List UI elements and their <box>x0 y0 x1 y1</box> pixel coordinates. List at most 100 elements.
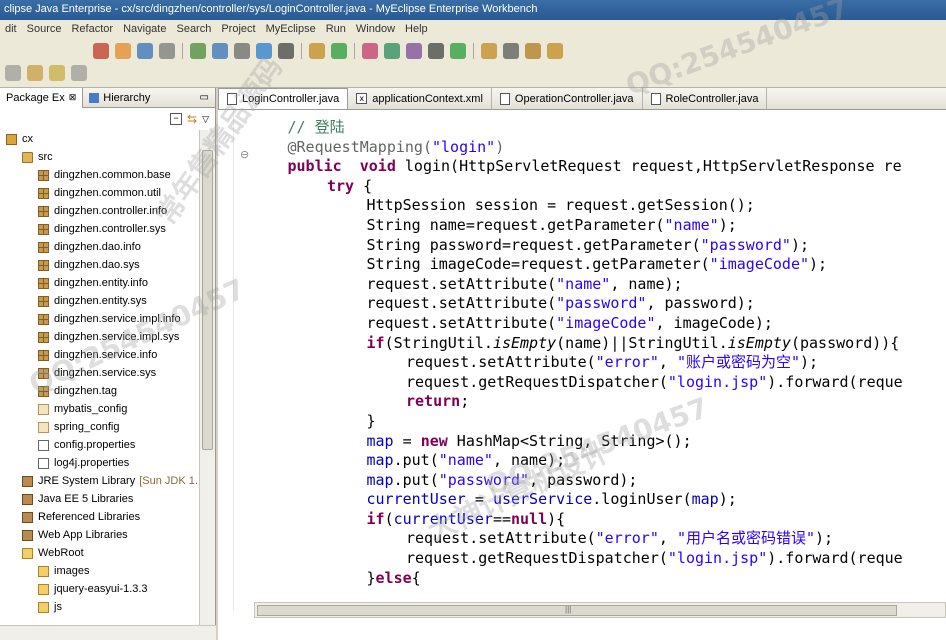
java-file-icon <box>499 92 510 105</box>
menu-item[interactable]: Source <box>22 23 67 35</box>
toolbar-button-icon[interactable] <box>525 43 541 59</box>
minimize-icon[interactable]: ▭ <box>200 92 209 103</box>
editor-tab[interactable]: RoleController.java <box>643 88 768 109</box>
tab-package-explorer[interactable]: Package Ex ⊠ <box>0 87 84 108</box>
menu-item[interactable]: Search <box>171 23 216 35</box>
tree-item[interactable]: jquery-easyui-1.3.3 <box>0 580 200 598</box>
tree-item[interactable]: dingzhen.controller.info <box>0 202 200 220</box>
navigation-arrow-icon[interactable] <box>49 65 65 81</box>
tree-item-label: src <box>38 151 53 163</box>
tree-item[interactable]: dingzhen.dao.sys <box>0 256 200 274</box>
code-token: ( <box>384 509 394 528</box>
code-token: String password=request.getParameter( <box>366 235 701 254</box>
code-token: "error" <box>595 529 659 548</box>
editor-tab[interactable]: OperationController.java <box>492 88 643 109</box>
tree-item[interactable]: mybatis_config <box>0 400 200 418</box>
toolbar-button-icon[interactable] <box>115 43 131 59</box>
toolbar-button-icon[interactable] <box>384 43 400 59</box>
editor-tab[interactable]: x applicationContext.xml <box>348 88 492 109</box>
tree-item[interactable]: js <box>0 598 200 616</box>
tree-item[interactable]: dingzhen.dao.info <box>0 238 200 256</box>
toolbar-button-icon[interactable] <box>93 43 109 59</box>
tab-hierarchy[interactable]: Hierarchy <box>83 88 156 108</box>
xml-file-icon: x <box>356 93 368 104</box>
java-file-icon <box>650 92 661 105</box>
tree-item[interactable]: dingzhen.service.info <box>0 346 200 364</box>
code-token: (name)||StringUtil. <box>556 333 728 352</box>
tree-scrollbar[interactable] <box>199 130 215 625</box>
tree-item-label: Web App Libraries <box>38 529 128 541</box>
tree-item[interactable]: dingzhen.service.sys <box>0 364 200 382</box>
tree-item[interactable]: JRE System Library [Sun JDK 1. <box>0 472 200 490</box>
view-menu-icon[interactable]: ▽ <box>202 114 209 125</box>
toolbar-button-icon[interactable] <box>428 43 444 59</box>
navigation-arrow-icon[interactable] <box>27 65 43 81</box>
menu-item[interactable]: Navigate <box>118 23 171 35</box>
code-token: , name); <box>492 451 566 470</box>
menu-item[interactable]: MyEclipse <box>261 23 321 35</box>
toolbar-button-icon[interactable] <box>212 43 228 59</box>
toolbar-button-icon[interactable] <box>406 43 422 59</box>
folder-icon <box>38 565 49 577</box>
tree-item[interactable]: WebRoot <box>0 544 200 562</box>
tree-item[interactable]: dingzhen.common.base <box>0 166 200 184</box>
code-token: } <box>366 411 376 430</box>
menu-item[interactable]: Window <box>351 23 400 35</box>
code-token: "name" <box>438 451 493 470</box>
toolbar-button-icon[interactable] <box>256 43 272 59</box>
tree-item[interactable]: dingzhen.tag <box>0 382 200 400</box>
tree-item[interactable]: cx <box>0 130 200 148</box>
link-with-editor-icon[interactable]: ⇆ <box>187 112 197 126</box>
code-line: request.setAttribute("name", name); <box>218 275 946 295</box>
toolbar-button-icon[interactable] <box>137 43 153 59</box>
toolbar-button-icon[interactable] <box>547 43 563 59</box>
toolbar-button-icon[interactable] <box>159 43 175 59</box>
navigation-arrow-icon[interactable] <box>5 65 21 81</box>
toolbar-button-icon[interactable] <box>234 43 250 59</box>
menu-item[interactable]: dit <box>0 23 22 35</box>
close-icon[interactable]: ⊠ <box>69 92 77 103</box>
code-token: if <box>366 333 385 352</box>
menu-item[interactable]: Project <box>216 23 260 35</box>
tree-item[interactable]: log4j.properties <box>0 454 200 472</box>
tree-item[interactable]: Java EE 5 Libraries <box>0 490 200 508</box>
tree-item[interactable]: images <box>0 562 200 580</box>
toolbar-button-icon[interactable] <box>503 43 519 59</box>
menu-item[interactable]: Refactor <box>66 23 118 35</box>
tree-item[interactable]: dingzhen.service.impl.info <box>0 310 200 328</box>
navigation-arrow-icon[interactable] <box>71 65 87 81</box>
package-icon <box>38 169 49 181</box>
tree-item[interactable]: dingzhen.common.util <box>0 184 200 202</box>
toolbar-button-icon[interactable] <box>362 43 378 59</box>
editor-tab[interactable]: LoginController.java <box>218 88 349 109</box>
tree-item[interactable]: dingzhen.controller.sys <box>0 220 200 238</box>
menu-item[interactable]: Help <box>400 23 433 35</box>
toolbar-button-icon[interactable] <box>331 43 347 59</box>
toolbar-button-icon[interactable] <box>278 43 294 59</box>
toolbar-button-icon[interactable] <box>190 43 206 59</box>
toolbar-button-icon[interactable] <box>481 43 497 59</box>
code-text[interactable]: // 登陆 @RequestMapping("login") public void… <box>218 118 946 598</box>
tree-item[interactable]: dingzhen.entity.sys <box>0 292 200 310</box>
code-token: try <box>327 176 355 195</box>
toolbar-button-icon[interactable] <box>309 43 325 59</box>
toolbar-button-icon[interactable] <box>450 43 466 59</box>
code-token: , password); <box>529 470 638 489</box>
tree-item[interactable]: Referenced Libraries <box>0 508 200 526</box>
menu-item[interactable]: Run <box>321 23 351 35</box>
tree-item[interactable]: Web App Libraries <box>0 526 200 544</box>
editor-horizontal-scrollbar[interactable]: ||| <box>254 602 946 618</box>
tree-horizontal-scrollbar[interactable] <box>0 625 216 640</box>
code-token: , name); <box>610 274 683 293</box>
collapse-all-icon[interactable]: − <box>170 113 183 125</box>
tree-item[interactable]: src <box>0 148 200 166</box>
code-line: String name=request.getParameter("name")… <box>218 216 946 236</box>
code-token: "name" <box>556 274 611 293</box>
tree-item[interactable]: spring_config <box>0 418 200 436</box>
code-line: String imageCode=request.getParameter("i… <box>218 255 946 275</box>
code-token: isEmpty <box>727 333 791 352</box>
tree-item[interactable]: dingzhen.entity.info <box>0 274 200 292</box>
tree-item[interactable]: config.properties <box>0 436 200 454</box>
tab-hierarchy-label: Hierarchy <box>103 91 151 104</box>
tree-item[interactable]: dingzhen.service.impl.sys <box>0 328 200 346</box>
